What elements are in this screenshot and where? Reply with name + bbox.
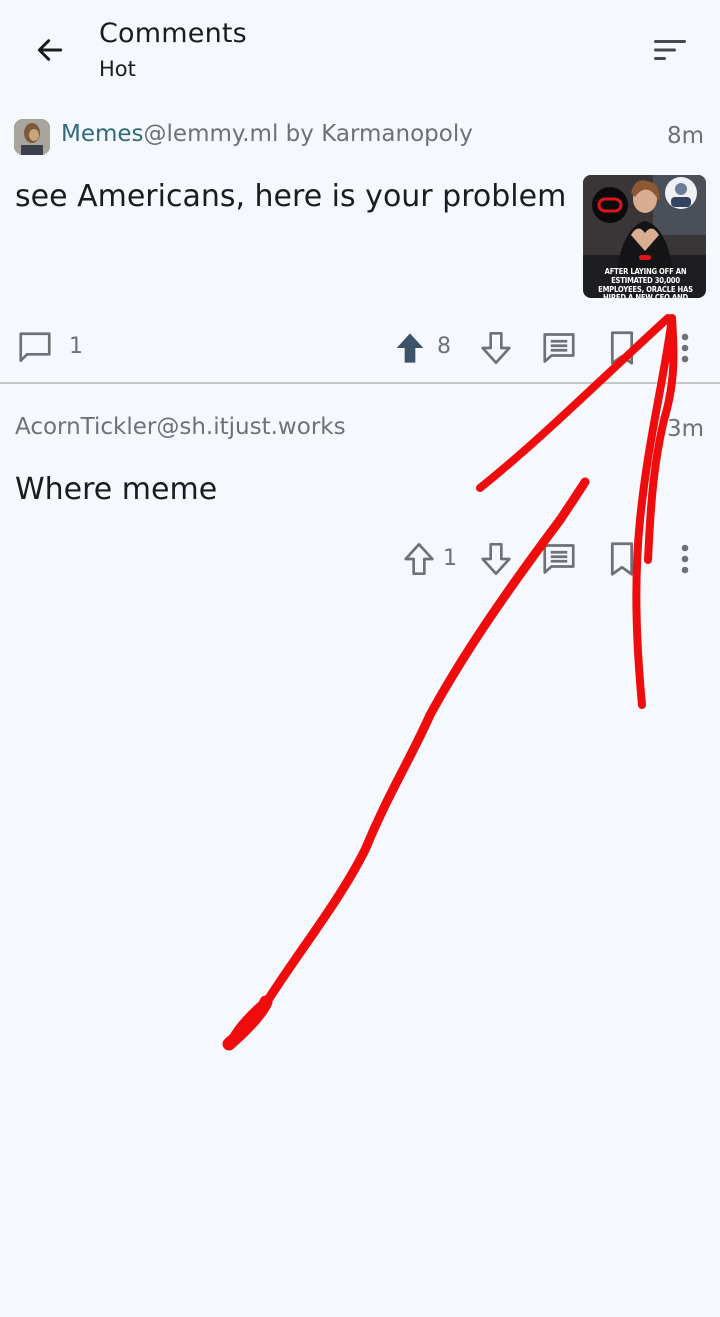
comment-time: 3m — [666, 416, 704, 442]
more-options-button[interactable] — [670, 328, 700, 368]
comment-meta: AcornTickler@sh.itjust.works — [15, 414, 346, 440]
community-avatar[interactable] — [14, 119, 50, 155]
by-label: by — [285, 121, 314, 147]
divider — [0, 382, 720, 384]
community-name[interactable]: Memes — [61, 121, 144, 147]
comment-body: Where meme — [15, 472, 218, 507]
upvote-icon — [404, 542, 434, 575]
comment-reply-button[interactable] — [538, 539, 580, 579]
back-arrow-icon — [37, 39, 63, 61]
post-author[interactable]: Karmanopoly — [321, 121, 473, 147]
post-time: 8m — [666, 123, 704, 149]
comment-downvote-button[interactable] — [476, 539, 516, 579]
comment-author-instance[interactable]: @sh.itjust.works — [156, 414, 345, 440]
downvote-icon — [481, 542, 511, 575]
comment-save-button[interactable] — [602, 539, 642, 579]
reply-button[interactable] — [538, 328, 580, 368]
comment-upvote-button[interactable] — [401, 539, 437, 579]
comments-count: 1 — [69, 334, 83, 359]
upvote-icon — [396, 333, 424, 363]
comment-more-options-button[interactable] — [670, 539, 700, 579]
post-score: 8 — [437, 334, 451, 359]
reply-icon — [543, 544, 575, 574]
bookmark-icon — [610, 331, 634, 365]
back-button[interactable] — [22, 22, 78, 78]
bookmark-icon — [610, 542, 634, 576]
reply-icon — [543, 333, 575, 363]
downvote-button[interactable] — [476, 328, 516, 368]
sort-mode-label: Hot — [99, 57, 136, 81]
comment-author[interactable]: AcornTickler — [15, 414, 156, 440]
more-vert-icon — [681, 544, 689, 574]
post-meta: Memes@lemmy.ml by Karmanopoly — [61, 121, 473, 147]
more-vert-icon — [681, 333, 689, 363]
thumbnail-caption: AFTER LAYING OFF AN ESTIMATED 30,000 EMP… — [598, 267, 693, 298]
post-title[interactable]: see Americans, here is your problem — [15, 179, 566, 214]
sort-icon — [654, 40, 686, 60]
sort-button[interactable] — [642, 24, 698, 76]
community-instance[interactable]: @lemmy.ml — [144, 121, 279, 147]
save-button[interactable] — [602, 328, 642, 368]
downvote-icon — [481, 332, 511, 364]
upvote-button[interactable] — [392, 328, 428, 368]
post-thumbnail[interactable]: AFTER LAYING OFF AN ESTIMATED 30,000 EMP… — [583, 175, 706, 298]
comments-button[interactable] — [14, 328, 56, 368]
comment-score: 1 — [443, 546, 457, 571]
page-title: Comments — [99, 18, 247, 49]
comment-icon — [19, 332, 51, 363]
community-avatar-image — [14, 119, 50, 155]
